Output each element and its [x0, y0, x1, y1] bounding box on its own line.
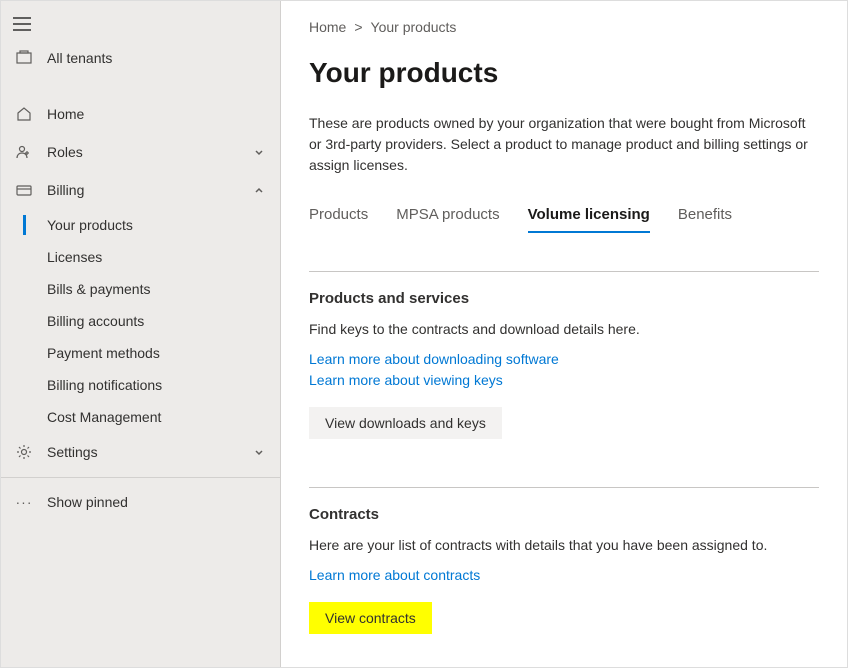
tabs: Products MPSA products Volume licensing … [309, 198, 819, 233]
sidebar-divider [1, 477, 280, 478]
sidebar-sub-label: Bills & payments [47, 281, 150, 297]
tab-benefits[interactable]: Benefits [678, 198, 732, 233]
sidebar-sub-label: Cost Management [47, 409, 161, 425]
chevron-down-icon [252, 145, 266, 159]
breadcrumb: Home > Your products [309, 19, 819, 35]
main-content: Home > Your products Your products These… [281, 1, 847, 667]
view-contracts-button[interactable]: View contracts [309, 602, 432, 634]
section-text: Here are your list of contracts with det… [309, 537, 819, 553]
page-description: These are products owned by your organiz… [309, 113, 819, 176]
section-divider [309, 487, 819, 488]
more-icon: ··· [15, 494, 33, 510]
sidebar-item-home[interactable]: Home [1, 95, 280, 133]
hamburger-menu[interactable] [1, 9, 280, 39]
sidebar-sub-your-products[interactable]: Your products [1, 209, 280, 241]
section-title: Products and services [309, 290, 819, 307]
sidebar-sub-cost-management[interactable]: Cost Management [1, 401, 280, 433]
section-products-services: Products and services Find keys to the c… [309, 290, 819, 439]
sidebar-sub-label: Billing notifications [47, 377, 162, 393]
section-contracts: Contracts Here are your list of contract… [309, 506, 819, 634]
gear-icon [15, 443, 33, 461]
sidebar-sub-billing-accounts[interactable]: Billing accounts [1, 305, 280, 337]
sidebar-item-billing[interactable]: Billing [1, 171, 280, 209]
sidebar-sub-label: Licenses [47, 249, 102, 265]
section-divider [309, 271, 819, 272]
chevron-up-icon [252, 183, 266, 197]
sidebar-label: Settings [47, 444, 238, 460]
sidebar-sub-label: Billing accounts [47, 313, 144, 329]
sidebar-sub-bills-payments[interactable]: Bills & payments [1, 273, 280, 305]
view-downloads-keys-button[interactable]: View downloads and keys [309, 407, 502, 439]
sidebar-sub-licenses[interactable]: Licenses [1, 241, 280, 273]
sidebar-label: Roles [47, 144, 238, 160]
home-icon [15, 105, 33, 123]
sidebar-sub-label: Payment methods [47, 345, 160, 361]
billing-icon [15, 181, 33, 199]
breadcrumb-home[interactable]: Home [309, 19, 346, 35]
sidebar-item-all-tenants[interactable]: All tenants [1, 39, 280, 77]
section-title: Contracts [309, 506, 819, 523]
sidebar-item-settings[interactable]: Settings [1, 433, 280, 471]
breadcrumb-current: Your products [371, 19, 457, 35]
roles-icon [15, 143, 33, 161]
sidebar-label: All tenants [47, 50, 266, 66]
section-text: Find keys to the contracts and download … [309, 321, 819, 337]
sidebar-label: Home [47, 106, 266, 122]
link-download-software[interactable]: Learn more about downloading software [309, 349, 819, 370]
sidebar-sub-billing-notifications[interactable]: Billing notifications [1, 369, 280, 401]
sidebar-label: Billing [47, 182, 238, 198]
sidebar: All tenants Home Roles Billing Your prod… [1, 1, 281, 667]
chevron-right-icon: > [354, 19, 362, 35]
page-title: Your products [309, 57, 819, 89]
sidebar-sub-payment-methods[interactable]: Payment methods [1, 337, 280, 369]
sidebar-sub-label: Your products [47, 217, 133, 233]
link-about-contracts[interactable]: Learn more about contracts [309, 565, 819, 586]
chevron-down-icon [252, 445, 266, 459]
tenants-icon [15, 49, 33, 67]
tab-volume-licensing[interactable]: Volume licensing [528, 198, 650, 233]
tab-mpsa-products[interactable]: MPSA products [396, 198, 499, 233]
sidebar-label: Show pinned [47, 494, 128, 510]
tab-products[interactable]: Products [309, 198, 368, 233]
sidebar-show-pinned[interactable]: ··· Show pinned [1, 484, 280, 520]
sidebar-item-roles[interactable]: Roles [1, 133, 280, 171]
link-viewing-keys[interactable]: Learn more about viewing keys [309, 370, 819, 391]
